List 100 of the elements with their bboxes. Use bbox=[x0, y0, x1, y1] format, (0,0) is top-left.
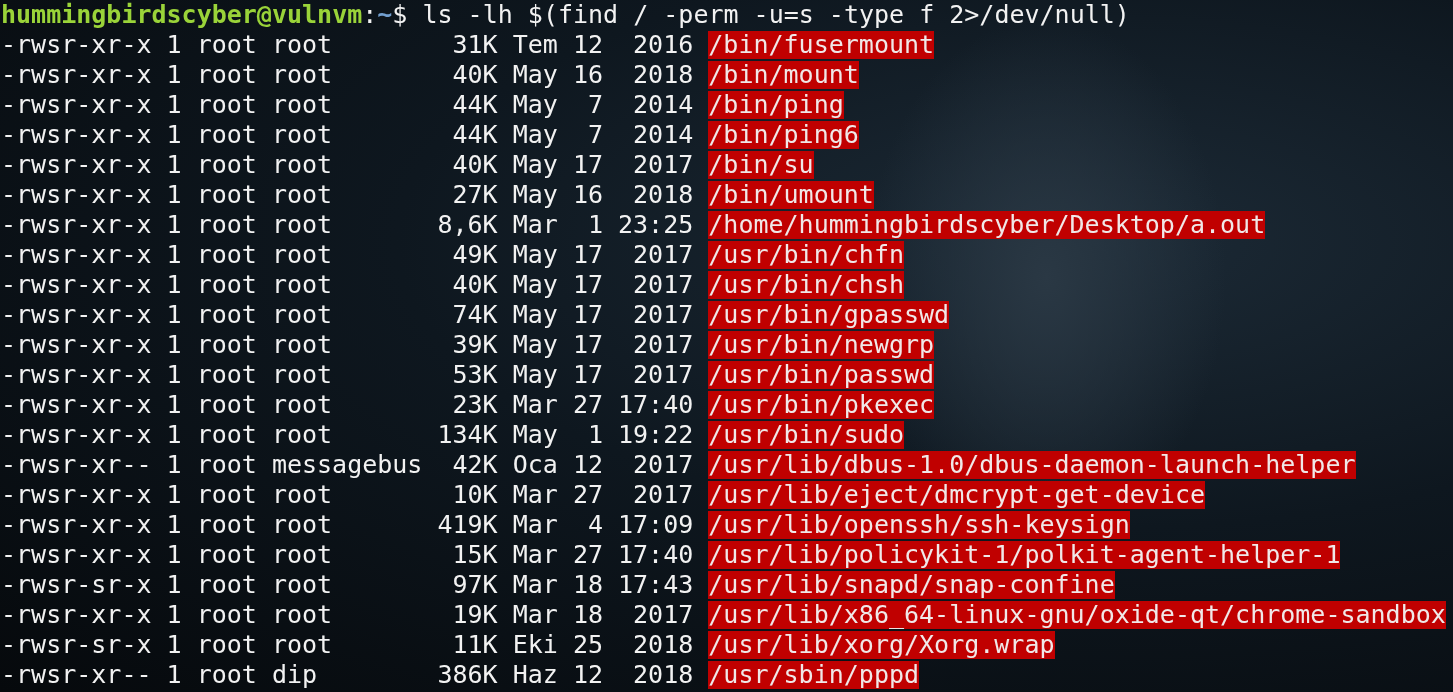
modified-month: Mar bbox=[512, 540, 558, 569]
link-count: 1 bbox=[166, 330, 182, 359]
file-owner: root bbox=[196, 330, 257, 359]
modified-time: 2017 bbox=[633, 300, 694, 329]
modified-day: 27 bbox=[572, 390, 603, 419]
file-size: 49K bbox=[452, 240, 498, 269]
file-group: root bbox=[271, 180, 333, 209]
link-count: 1 bbox=[166, 600, 182, 629]
file-path: /bin/ping6 bbox=[708, 121, 859, 149]
link-count: 1 bbox=[166, 240, 182, 269]
modified-day: 18 bbox=[572, 570, 603, 599]
file-size: 40K bbox=[452, 60, 498, 89]
link-count: 1 bbox=[166, 30, 182, 59]
prompt-separator: : bbox=[362, 0, 378, 30]
modified-day: 17 bbox=[572, 330, 603, 359]
file-owner: root bbox=[196, 480, 257, 509]
file-permissions: -rwsr-xr-x bbox=[1, 390, 152, 419]
file-permissions: -rwsr-xr-x bbox=[1, 510, 152, 539]
file-size: 27K bbox=[452, 180, 498, 209]
file-permissions: -rwsr-sr-x bbox=[1, 570, 152, 599]
file-permissions: -rwsr-xr-x bbox=[1, 180, 152, 209]
link-count: 1 bbox=[166, 450, 182, 479]
file-permissions: -rwsr-xr-x bbox=[1, 600, 152, 629]
file-size: 53K bbox=[452, 360, 498, 389]
link-count: 1 bbox=[166, 270, 182, 299]
file-path: /bin/fusermount bbox=[708, 31, 935, 59]
file-size: 74K bbox=[452, 300, 498, 329]
file-group: root bbox=[271, 270, 333, 299]
file-owner: root bbox=[196, 570, 257, 599]
modified-day: 18 bbox=[572, 600, 603, 629]
link-count: 1 bbox=[166, 540, 182, 569]
modified-day: 12 bbox=[572, 660, 603, 689]
file-group: root bbox=[271, 210, 333, 239]
file-size: 42K bbox=[452, 450, 498, 479]
modified-month: Haz bbox=[512, 660, 558, 689]
modified-time: 17:40 bbox=[618, 390, 694, 419]
file-owner: root bbox=[196, 300, 257, 329]
file-permissions: -rwsr-xr-x bbox=[1, 420, 152, 449]
link-count: 1 bbox=[166, 90, 182, 119]
file-owner: root bbox=[196, 390, 257, 419]
modified-time: 2014 bbox=[633, 120, 694, 149]
file-group: root bbox=[271, 510, 333, 539]
modified-month: Mar bbox=[512, 570, 558, 599]
modified-day: 17 bbox=[572, 270, 603, 299]
file-path: /usr/bin/chsh bbox=[708, 271, 904, 299]
modified-time: 2017 bbox=[633, 150, 694, 179]
file-owner: root bbox=[196, 120, 257, 149]
file-size: 40K bbox=[452, 150, 498, 179]
modified-month: May bbox=[512, 90, 558, 119]
modified-day: 1 bbox=[587, 420, 603, 449]
modified-month: May bbox=[512, 120, 558, 149]
file-group: root bbox=[271, 330, 333, 359]
link-count: 1 bbox=[166, 480, 182, 509]
link-count: 1 bbox=[166, 120, 182, 149]
modified-month: May bbox=[512, 150, 558, 179]
modified-day: 1 bbox=[587, 210, 603, 239]
file-size: 39K bbox=[452, 330, 498, 359]
modified-time: 2018 bbox=[633, 660, 694, 689]
file-owner: root bbox=[196, 600, 257, 629]
file-group: root bbox=[271, 600, 333, 629]
file-group: root bbox=[271, 420, 333, 449]
file-owner: root bbox=[196, 60, 257, 89]
file-path: /bin/mount bbox=[708, 61, 859, 89]
modified-time: 23:25 bbox=[618, 210, 694, 239]
file-owner: root bbox=[196, 90, 257, 119]
modified-time: 19:22 bbox=[618, 420, 694, 449]
file-permissions: -rwsr-xr-x bbox=[1, 330, 152, 359]
modified-month: Eki bbox=[512, 630, 558, 659]
modified-day: 27 bbox=[572, 480, 603, 509]
file-path: /usr/lib/snapd/snap-confine bbox=[708, 571, 1115, 599]
link-count: 1 bbox=[166, 210, 182, 239]
modified-day: 25 bbox=[572, 630, 603, 659]
file-owner: root bbox=[196, 510, 257, 539]
file-size: 40K bbox=[452, 270, 498, 299]
file-size: 10K bbox=[452, 480, 498, 509]
modified-time: 17:40 bbox=[618, 540, 694, 569]
link-count: 1 bbox=[166, 180, 182, 209]
file-path: /bin/umount bbox=[708, 181, 874, 209]
link-count: 1 bbox=[166, 300, 182, 329]
file-owner: root bbox=[196, 630, 257, 659]
file-owner: root bbox=[196, 180, 257, 209]
file-size: 15K bbox=[452, 540, 498, 569]
file-path: /usr/bin/pkexec bbox=[708, 391, 935, 419]
prompt-directory: ~ bbox=[377, 0, 393, 30]
link-count: 1 bbox=[166, 420, 182, 449]
file-group: root bbox=[271, 360, 333, 389]
file-permissions: -rwsr-sr-x bbox=[1, 630, 152, 659]
file-group: root bbox=[271, 150, 333, 179]
file-permissions: -rwsr-xr-x bbox=[1, 30, 152, 59]
modified-time: 2018 bbox=[633, 630, 694, 659]
modified-month: May bbox=[512, 270, 558, 299]
modified-day: 17 bbox=[572, 360, 603, 389]
modified-day: 16 bbox=[572, 180, 603, 209]
file-owner: root bbox=[196, 660, 257, 689]
modified-month: May bbox=[512, 420, 558, 449]
modified-time: 2017 bbox=[633, 240, 694, 269]
link-count: 1 bbox=[166, 390, 182, 419]
file-path: /bin/su bbox=[708, 151, 814, 179]
modified-day: 16 bbox=[572, 60, 603, 89]
file-group: messagebus bbox=[271, 450, 423, 479]
